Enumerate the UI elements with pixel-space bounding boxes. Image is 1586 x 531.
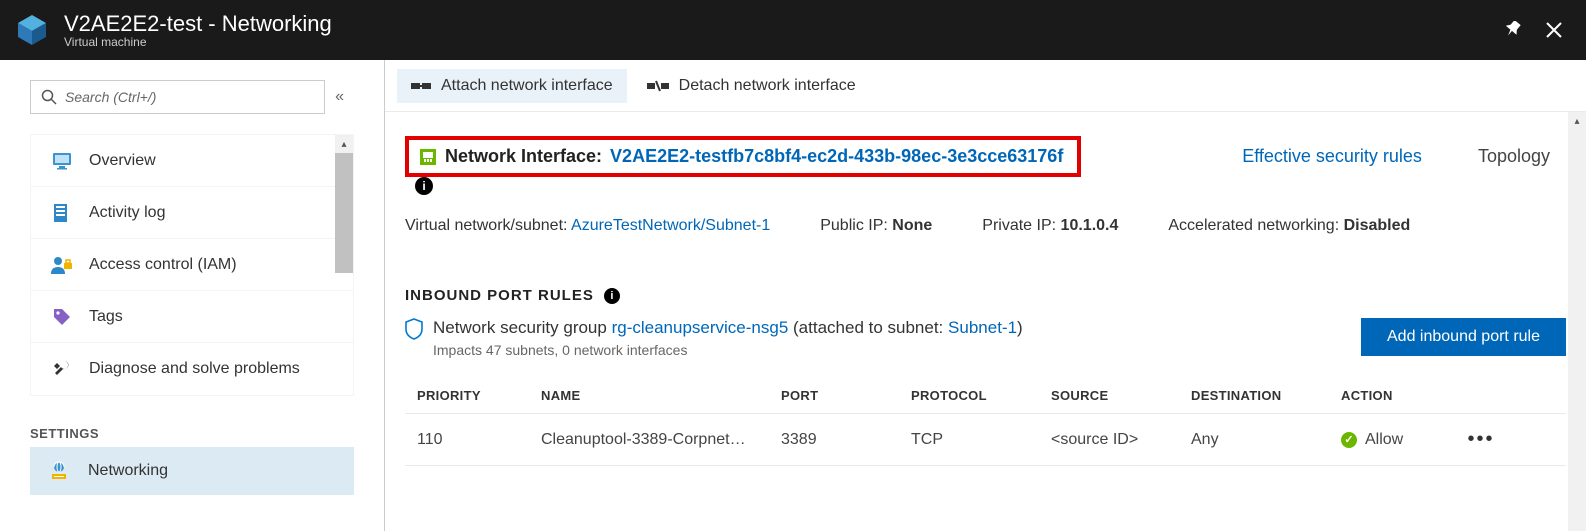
col-source[interactable]: SOURCE [1051, 388, 1191, 403]
add-inbound-rule-button[interactable]: Add inbound port rule [1361, 318, 1566, 356]
subnet-link[interactable]: Subnet-1 [948, 318, 1017, 337]
page-title: V2AE2E2-test - Networking [64, 11, 332, 37]
nic-icon [419, 148, 437, 166]
shield-icon [405, 318, 423, 340]
header-bar: V2AE2E2-test - Networking Virtual machin… [0, 0, 1586, 60]
monitor-icon [49, 151, 75, 171]
accel-kv: Accelerated networking: Disabled [1168, 217, 1410, 235]
search-icon [41, 89, 57, 105]
detach-nic-button[interactable]: Detach network interface [633, 69, 870, 103]
col-name[interactable]: NAME [541, 388, 781, 403]
network-interface-highlight: Network Interface: V2AE2E2-testfb7c8bf4-… [405, 136, 1081, 177]
settings-section-label: SETTINGS [30, 426, 354, 441]
sidebar-item-label: Tags [89, 308, 123, 326]
sidebar-item-networking[interactable]: Networking [30, 447, 354, 495]
effective-security-rules-link[interactable]: Effective security rules [1242, 146, 1422, 167]
detach-label: Detach network interface [679, 77, 856, 95]
public-ip-kv: Public IP: None [820, 217, 932, 235]
sidebar-item-label: Diagnose and solve problems [89, 360, 300, 378]
collapse-sidebar-button[interactable]: « [335, 88, 344, 106]
iam-icon [49, 255, 75, 275]
pin-button[interactable] [1494, 10, 1534, 50]
main-panel: Attach network interface Detach network … [385, 60, 1586, 531]
sidebar-item-tags[interactable]: Tags [31, 291, 353, 343]
sidebar-item-overview[interactable]: Overview [31, 135, 353, 187]
search-input[interactable]: Search (Ctrl+/) [30, 80, 325, 114]
activity-log-icon [49, 203, 75, 223]
vnet-link[interactable]: AzureTestNetwork/Subnet-1 [571, 217, 770, 234]
tag-icon [49, 307, 75, 327]
col-action[interactable]: ACTION [1341, 388, 1461, 403]
nic-link[interactable]: V2AE2E2-testfb7c8bf4-ec2d-433b-98ec-3e3c… [610, 146, 1063, 167]
col-priority[interactable]: PRIORITY [411, 388, 541, 403]
sidebar-item-label: Access control (IAM) [89, 256, 237, 274]
row-more-button[interactable]: ••• [1461, 428, 1501, 451]
table-row[interactable]: 110 Cleanuptool-3389-Corpnet… 3389 TCP <… [405, 414, 1566, 466]
attach-icon [411, 79, 431, 93]
sidebar-item-access-control[interactable]: Access control (IAM) [31, 239, 353, 291]
sidebar-item-label: Activity log [89, 204, 165, 222]
nsg-description: Network security group rg-cleanupservice… [433, 318, 1351, 358]
info-icon[interactable]: i [604, 288, 620, 304]
scrollbar-thumb[interactable] [335, 153, 353, 273]
wrench-icon [49, 359, 75, 379]
page-subtitle: Virtual machine [64, 35, 332, 49]
col-protocol[interactable]: PROTOCOL [911, 388, 1051, 403]
col-destination[interactable]: DESTINATION [1191, 388, 1341, 403]
toolbar: Attach network interface Detach network … [385, 60, 1586, 112]
scroll-up-arrow[interactable]: ▴ [335, 135, 353, 153]
attach-nic-button[interactable]: Attach network interface [397, 69, 627, 103]
sidebar-item-diagnose[interactable]: Diagnose and solve problems [31, 343, 353, 395]
private-ip-kv: Private IP: 10.1.0.4 [982, 217, 1118, 235]
networking-icon [48, 461, 74, 481]
search-placeholder: Search (Ctrl+/) [65, 89, 156, 105]
sidebar-item-activity-log[interactable]: Activity log [31, 187, 353, 239]
topology-link[interactable]: Topology [1478, 146, 1550, 167]
detach-icon [647, 79, 669, 93]
nsg-impact: Impacts 47 subnets, 0 network interfaces [433, 342, 1351, 358]
inbound-rules-table: PRIORITY NAME PORT PROTOCOL SOURCE DESTI… [405, 378, 1566, 466]
nic-label: Network Interface: [445, 146, 602, 167]
sidebar-item-label: Overview [89, 152, 156, 170]
table-header: PRIORITY NAME PORT PROTOCOL SOURCE DESTI… [405, 378, 1566, 414]
close-button[interactable] [1534, 10, 1574, 50]
sidebar: Search (Ctrl+/) « ▴ Overview Activity lo… [0, 60, 385, 531]
col-port[interactable]: PORT [781, 388, 911, 403]
nsg-link[interactable]: rg-cleanupservice-nsg5 [612, 318, 789, 337]
allow-status-icon: ✓ [1341, 432, 1357, 448]
info-icon[interactable]: i [415, 177, 433, 195]
inbound-rules-title: INBOUND PORT RULES [405, 287, 594, 304]
vnet-kv: Virtual network/subnet: AzureTestNetwork… [405, 217, 770, 235]
vm-cube-icon [12, 10, 52, 50]
sidebar-item-label: Networking [88, 462, 168, 480]
attach-label: Attach network interface [441, 77, 613, 95]
